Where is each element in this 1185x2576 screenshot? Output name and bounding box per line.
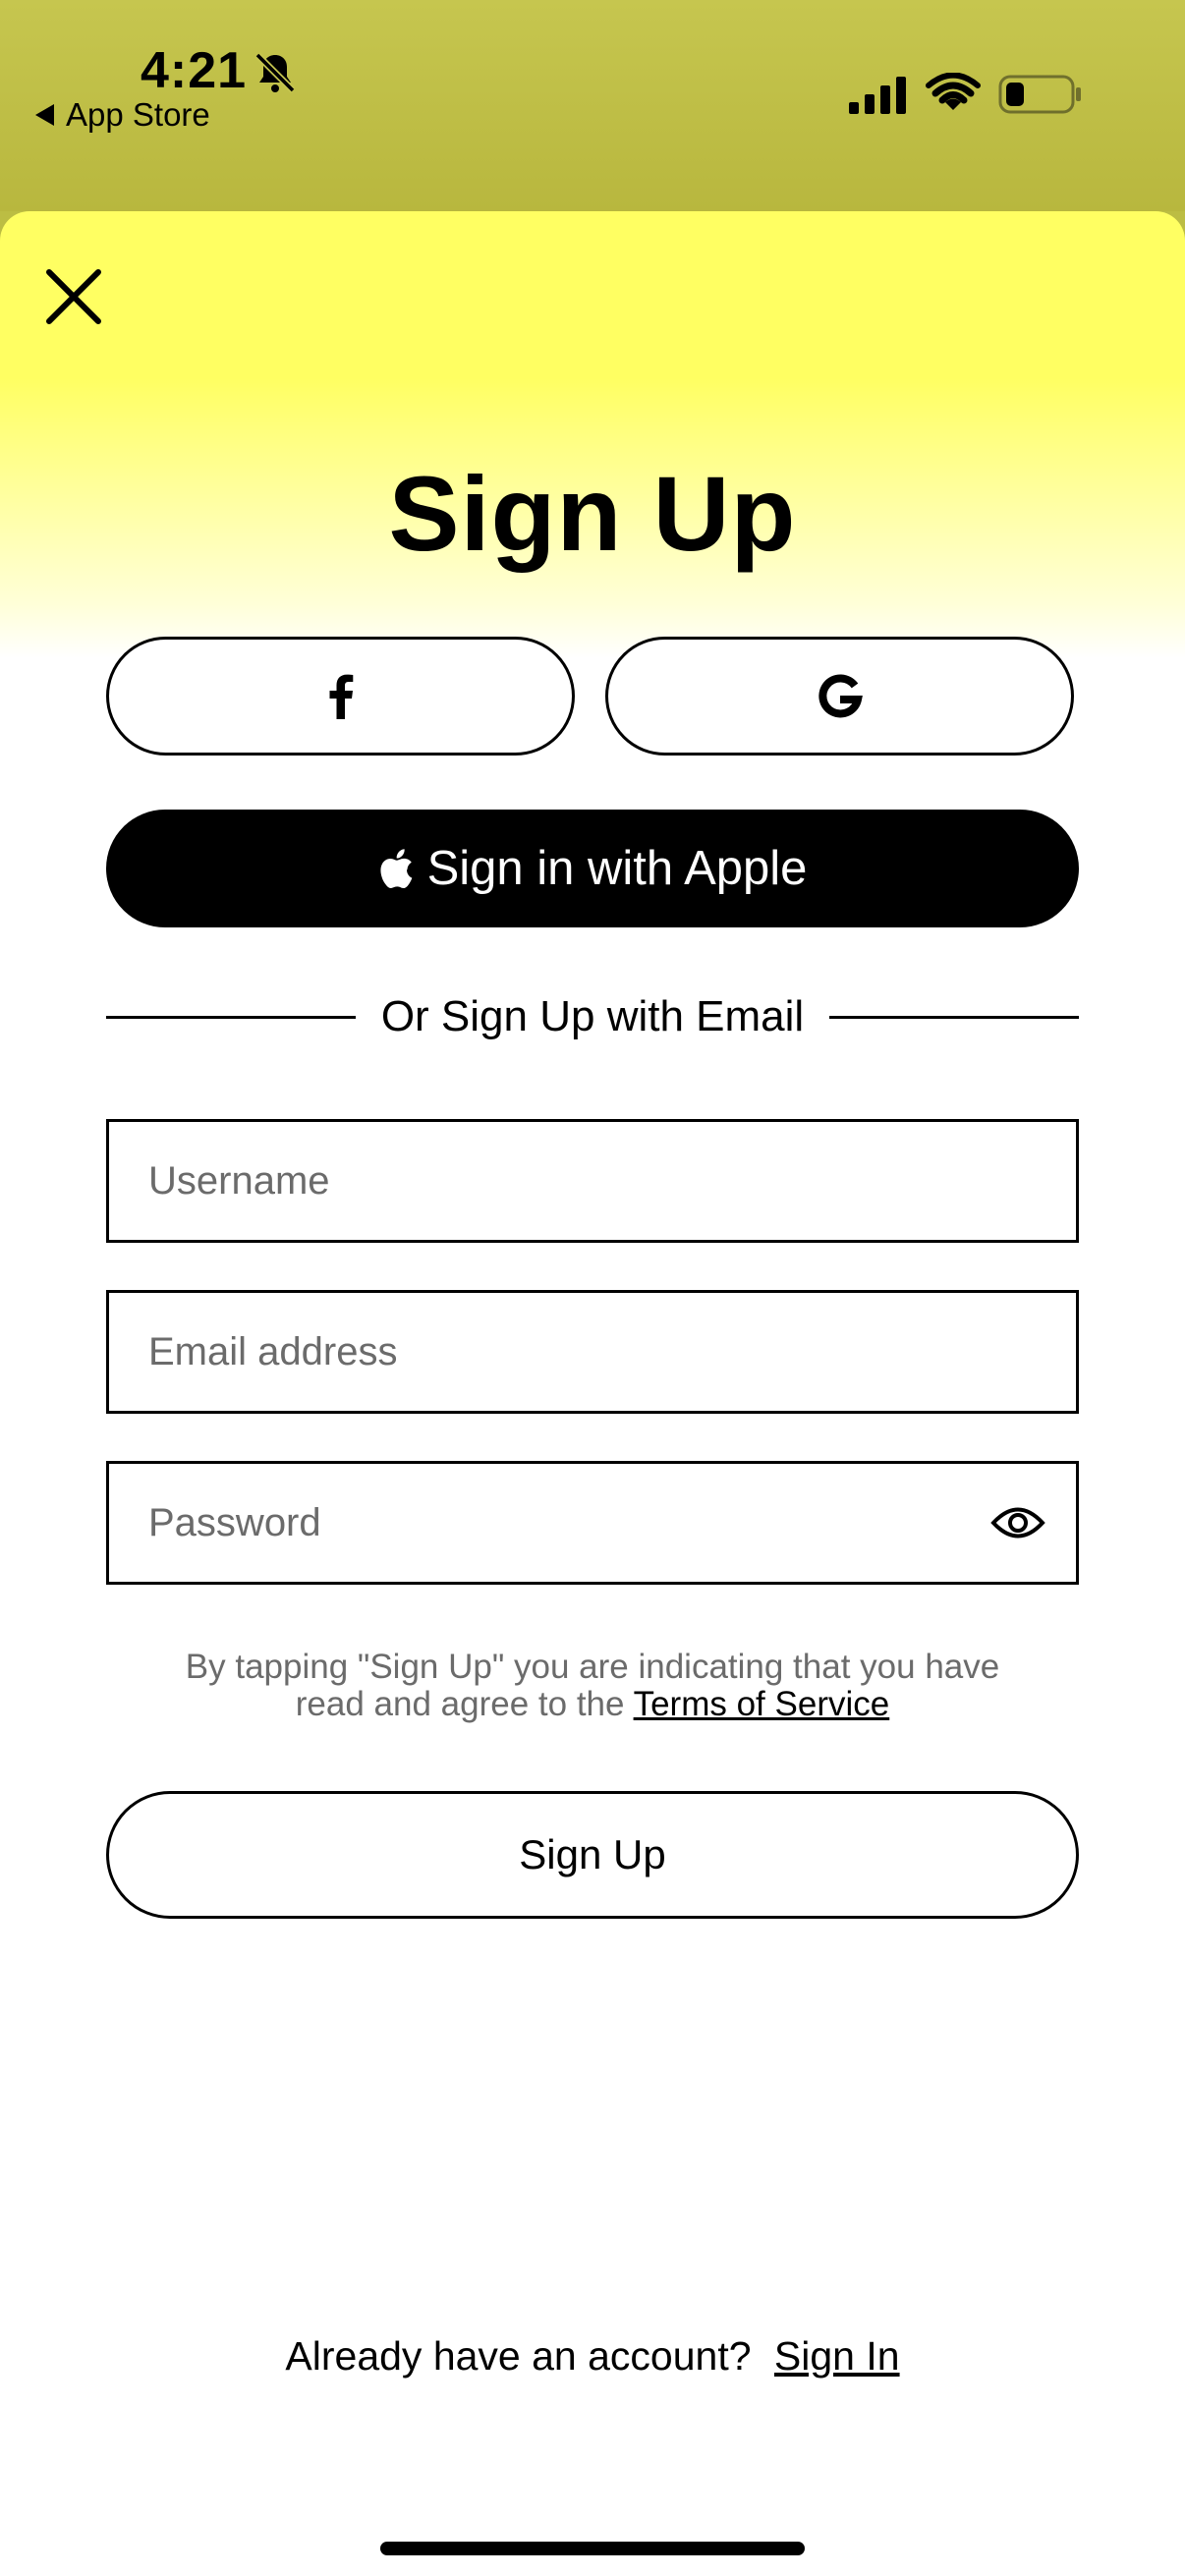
google-icon: [818, 673, 863, 717]
battery-icon: [998, 75, 1081, 114]
divider-line-right: [829, 1015, 1080, 1019]
username-input[interactable]: [148, 1122, 993, 1240]
username-field[interactable]: [106, 1119, 1079, 1243]
email-field[interactable]: [106, 1290, 1079, 1414]
status-time: 4:21: [141, 42, 248, 99]
terms-of-service-link[interactable]: Terms of Service: [634, 1685, 890, 1723]
bell-slash-icon: [254, 52, 296, 93]
terms-prefix: read and agree to the: [295, 1685, 625, 1723]
sign-in-link[interactable]: Sign In: [774, 2333, 900, 2379]
home-indicator[interactable]: [380, 2542, 805, 2555]
sign-in-with-apple-button[interactable]: Sign in with Apple: [106, 810, 1079, 927]
facebook-icon: [329, 674, 353, 719]
password-input[interactable]: [148, 1464, 993, 1582]
divider-line-left: [106, 1015, 356, 1019]
apple-button-label: Sign in with Apple: [426, 842, 808, 895]
email-divider: Or Sign Up with Email: [106, 992, 1080, 1041]
close-icon[interactable]: [39, 262, 108, 331]
back-to-app-store[interactable]: App Store: [35, 96, 210, 134]
terms-line-1: By tapping "Sign Up" you are indicating …: [185, 1648, 1000, 1686]
eye-icon[interactable]: [990, 1498, 1045, 1547]
sign-up-button[interactable]: Sign Up: [106, 1791, 1079, 1919]
password-field[interactable]: [106, 1461, 1079, 1585]
back-arrow-icon: [35, 104, 54, 126]
facebook-signup-button[interactable]: [106, 637, 575, 756]
sign-in-prompt: Already have an account? Sign In: [0, 2333, 1185, 2380]
cellular-signal-icon: [849, 77, 906, 114]
divider-label: Or Sign Up with Email: [380, 992, 805, 1040]
wifi-icon: [926, 73, 981, 110]
terms-line-2: read and agree to the Terms of Service: [106, 1686, 1079, 1723]
back-label: App Store: [66, 96, 210, 133]
signup-sheet: Sign Up Sign in with Apple Or Sign Up wi…: [0, 211, 1185, 2576]
terms-notice: By tapping "Sign Up" you are indicating …: [106, 1649, 1079, 1723]
email-input[interactable]: [148, 1293, 993, 1411]
status-bar: 4:21 App Store: [0, 0, 1185, 211]
page-title: Sign Up: [388, 454, 797, 573]
sign-in-prompt-text: Already have an account?: [285, 2333, 752, 2379]
google-signup-button[interactable]: [605, 637, 1074, 756]
apple-icon: [380, 849, 412, 889]
